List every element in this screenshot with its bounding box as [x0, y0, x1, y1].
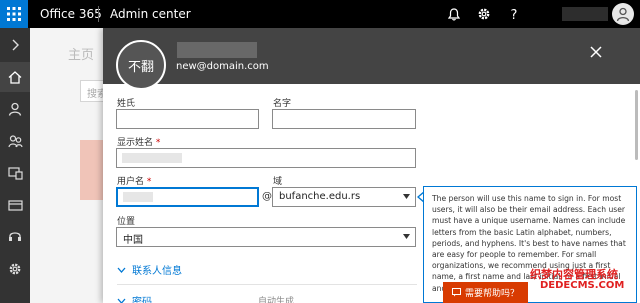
section-divider	[117, 284, 417, 285]
chevron-down-icon	[403, 234, 410, 239]
watermark-line-2: DEDECMS.COM	[540, 280, 625, 291]
user-icon[interactable]	[0, 94, 30, 124]
chevron-right-icon[interactable]	[0, 30, 30, 60]
display-name-label: 显示姓名 *	[117, 135, 160, 148]
waffle-icon[interactable]	[0, 0, 28, 28]
account-name[interactable]	[562, 7, 608, 21]
chat-icon	[451, 288, 461, 297]
watermark-line-3: 头条号 / 木马 · 国土	[542, 293, 614, 302]
redacted-value	[122, 153, 182, 163]
chevron-down-icon	[117, 298, 126, 303]
users-icon[interactable]	[0, 126, 30, 156]
home-icon[interactable]	[0, 62, 30, 92]
topbar-divider	[98, 6, 99, 22]
add-user-panel: 不翻 new@domain.com 姓氏 名字 显示姓名 * 用户名 * @ 域…	[103, 28, 640, 303]
support-icon[interactable]	[0, 222, 30, 252]
required-mark: *	[155, 138, 161, 148]
username-label: 用户名 *	[117, 174, 151, 187]
admin-center-window: 主页 搜索 Office 365 Admin center ? 不翻 new@d…	[0, 0, 640, 303]
contact-info-label: 联系人信息	[132, 266, 182, 277]
settings-icon[interactable]	[0, 254, 30, 284]
password-mode: 自动生成	[258, 297, 295, 303]
contact-info-section[interactable]: 联系人信息	[117, 262, 182, 277]
chevron-down-icon	[403, 194, 410, 199]
username-label-text: 用户名	[117, 177, 145, 187]
at-symbol: @	[262, 191, 272, 202]
devices-icon[interactable]	[0, 158, 30, 188]
last-name-input[interactable]	[272, 109, 416, 129]
password-section[interactable]: 密码	[117, 293, 152, 303]
location-label: 位置	[117, 217, 136, 227]
need-help-label: 需要帮助吗？	[464, 289, 519, 299]
bell-icon[interactable]	[446, 6, 462, 22]
first-name-label: 姓氏	[117, 99, 136, 109]
redacted-value	[123, 192, 153, 202]
top-bar: Office 365 Admin center ?	[0, 0, 640, 28]
panel-header: 不翻 new@domain.com	[103, 28, 640, 90]
required-mark: *	[146, 177, 152, 187]
left-nav	[0, 28, 30, 303]
location-value: 中国	[123, 235, 143, 246]
domain-label: 域	[273, 177, 283, 187]
need-help-button[interactable]: 需要帮助吗？	[443, 282, 528, 303]
password-label: 密码	[132, 297, 152, 303]
display-name-input[interactable]	[116, 148, 416, 168]
gear-icon[interactable]	[476, 6, 492, 22]
domain-value: bufanche.edu.rs	[279, 191, 361, 202]
help-icon[interactable]: ?	[506, 6, 522, 22]
last-name-label: 名字	[273, 99, 292, 109]
first-name-input[interactable]	[116, 109, 259, 129]
close-icon[interactable]	[589, 44, 603, 58]
display-name-label-text: 显示姓名	[117, 138, 154, 148]
display-name-redacted	[177, 42, 257, 58]
chevron-down-icon	[117, 267, 126, 273]
scrollbar-thumb[interactable]	[635, 90, 638, 160]
domain-select[interactable]: bufanche.edu.rs	[272, 187, 416, 207]
user-email: new@domain.com	[176, 61, 269, 72]
username-input[interactable]	[116, 187, 259, 207]
billing-icon[interactable]	[0, 190, 30, 220]
home-heading: 主页	[68, 48, 95, 63]
brand-name[interactable]: Office 365	[40, 7, 102, 21]
watermark: 织梦内容管理系统 DEDECMS.COM 头条号 / 木马 · 国土	[530, 266, 640, 303]
svg-text:?: ?	[511, 8, 518, 21]
user-avatar: 不翻	[116, 40, 166, 90]
app-title[interactable]: Admin center	[110, 7, 191, 21]
avatar-icon[interactable]	[612, 3, 634, 25]
location-select[interactable]: 中国	[116, 227, 416, 247]
